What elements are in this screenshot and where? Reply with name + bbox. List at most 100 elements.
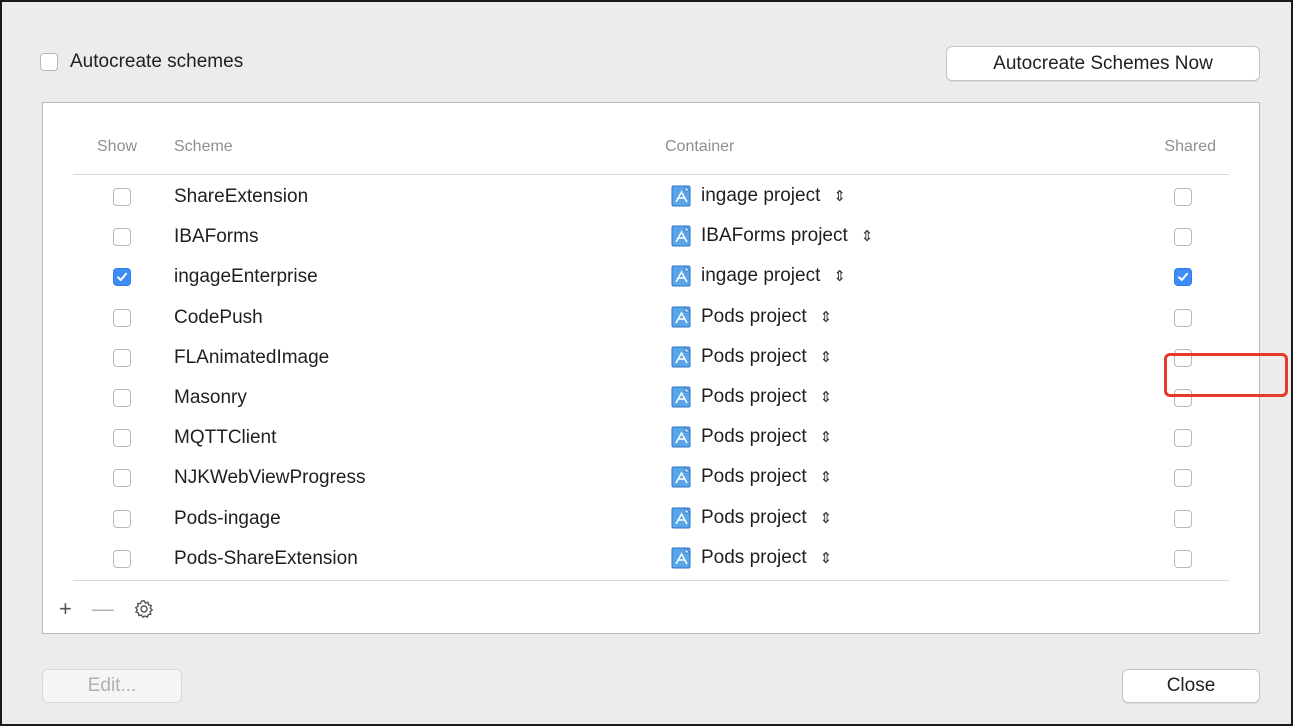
column-header-show[interactable]: Show [97,138,137,156]
manage-schemes-sheet: Autocreate schemes Autocreate Schemes No… [0,0,1293,726]
scheme-row[interactable]: MQTTClient Pods project ⇕ [43,418,1259,458]
xcode-project-icon [671,385,691,408]
checkmark-icon [117,273,127,282]
container-popup[interactable]: Pods project ⇕ [671,507,832,529]
remove-scheme-button[interactable]: — [92,596,114,622]
container-popup[interactable]: Pods project ⇕ [671,346,832,368]
container-popup[interactable]: IBAForms project ⇕ [671,225,873,247]
scheme-row[interactable]: ShareExtension ingage project ⇕ [43,177,1259,217]
container-label: Pods project [701,466,807,488]
popup-chevron-icon: ⇕ [860,228,874,246]
show-checkbox[interactable] [113,348,131,367]
shared-checkbox[interactable] [1174,188,1192,206]
autocreate-schemes-toggle[interactable]: Autocreate schemes [40,51,243,73]
shared-checkbox[interactable] [1174,308,1192,327]
show-checkbox[interactable] [113,469,131,488]
popup-chevron-icon: ⇕ [819,549,833,567]
xcode-project-icon [671,426,691,448]
container-label: Pods project [701,305,807,327]
show-checkbox[interactable] [113,429,131,448]
show-checkbox[interactable] [113,549,131,568]
popup-chevron-icon: ⇕ [833,268,846,286]
popup-chevron-icon: ⇕ [819,509,833,527]
column-header-shared[interactable]: Shared [1164,138,1216,156]
container-popup[interactable]: Pods project ⇕ [671,386,832,408]
container-label: Pods project [701,345,807,367]
scheme-name: Pods-ingage [174,507,281,529]
container-popup[interactable]: Pods project ⇕ [671,547,832,569]
popup-chevron-icon: ⇕ [819,469,833,487]
scheme-name: ShareExtension [174,186,309,207]
scheme-row[interactable]: Pods-ShareExtension Pods project ⇕ [43,539,1259,579]
scheme-row[interactable]: NJKWebViewProgress Pods project ⇕ [43,458,1259,498]
scheme-name: CodePush [174,306,263,328]
scheme-name: MQTTClient [174,427,277,449]
scheme-row[interactable]: IBAForms IBAForms project ⇕ [43,217,1259,257]
popup-chevron-icon: ⇕ [819,388,833,406]
container-label: ingage project [701,265,821,287]
scheme-name: Pods-ShareExtension [174,547,358,569]
column-header-scheme[interactable]: Scheme [174,138,233,156]
xcode-project-icon [671,305,691,328]
xcode-project-icon [671,345,691,368]
scheme-row[interactable]: Pods-ingage Pods project ⇕ [43,499,1259,539]
table-header: Show Scheme Container Shared [43,103,1259,173]
autocreate-schemes-now-button[interactable]: Autocreate Schemes Now [946,46,1260,81]
autocreate-schemes-checkbox[interactable] [40,53,58,71]
xcode-project-icon [671,185,691,207]
add-scheme-button[interactable]: + [59,596,72,622]
edit-button[interactable]: Edit... [42,669,182,703]
scheme-row[interactable]: CodePush Pods project ⇕ [43,298,1259,338]
shared-checkbox[interactable] [1174,228,1192,247]
popup-chevron-icon: ⇕ [819,308,833,326]
container-popup[interactable]: ingage project ⇕ [671,265,846,287]
schemes-table: Show Scheme Container Shared ShareExtens… [42,102,1288,634]
container-label: Pods project [701,546,807,568]
scheme-row[interactable]: Masonry Pods project ⇕ [43,378,1259,418]
show-checkbox[interactable] [113,509,131,528]
xcode-project-icon [671,546,691,569]
container-popup[interactable]: Pods project ⇕ [671,466,832,488]
xcode-project-icon [671,225,691,247]
scheme-name: IBAForms [174,226,259,248]
shared-checkbox[interactable] [1174,549,1192,568]
shared-checkbox-highlight [1164,353,1288,397]
show-checkbox[interactable] [113,268,131,287]
scheme-name: ingageEnterprise [174,266,318,288]
checkmark-icon [1178,273,1188,282]
container-label: Pods project [701,506,807,528]
column-header-container[interactable]: Container [665,138,734,156]
show-checkbox[interactable] [113,188,131,206]
xcode-project-icon [671,265,691,287]
autocreate-schemes-label: Autocreate schemes [70,51,244,72]
container-label: Pods project [701,426,807,448]
container-label: IBAForms project [701,225,848,247]
scheme-row[interactable]: ingageEnterprise ingage project ⇕ [43,257,1259,297]
container-popup[interactable]: Pods project ⇕ [671,306,832,328]
xcode-project-icon [671,506,691,528]
table-bottom-divider [73,580,1229,581]
scheme-name: NJKWebViewProgress [174,467,366,489]
shared-checkbox[interactable] [1174,469,1192,488]
scheme-row[interactable]: FLAnimatedImage Pods project ⇕ [43,338,1259,378]
container-popup[interactable]: Pods project ⇕ [671,426,832,448]
popup-chevron-icon: ⇕ [819,429,833,447]
header-divider [73,174,1229,175]
show-checkbox[interactable] [113,308,131,327]
container-label: Pods project [701,385,807,407]
show-checkbox[interactable] [113,228,131,247]
xcode-project-icon [671,466,691,488]
container-label: ingage project [701,185,821,206]
scheme-name: FLAnimatedImage [174,346,330,368]
popup-chevron-icon: ⇕ [819,348,833,366]
shared-checkbox[interactable] [1174,268,1192,287]
scheme-name: Masonry [174,386,247,408]
scheme-rows: ShareExtension ingage project ⇕ IBAForms… [43,177,1259,579]
show-checkbox[interactable] [113,388,131,407]
container-popup[interactable]: ingage project ⇕ [671,185,846,207]
shared-checkbox[interactable] [1174,429,1192,448]
gear-icon[interactable] [134,599,154,619]
close-button[interactable]: Close [1122,669,1260,703]
popup-chevron-icon: ⇕ [833,188,846,205]
shared-checkbox[interactable] [1174,509,1192,528]
